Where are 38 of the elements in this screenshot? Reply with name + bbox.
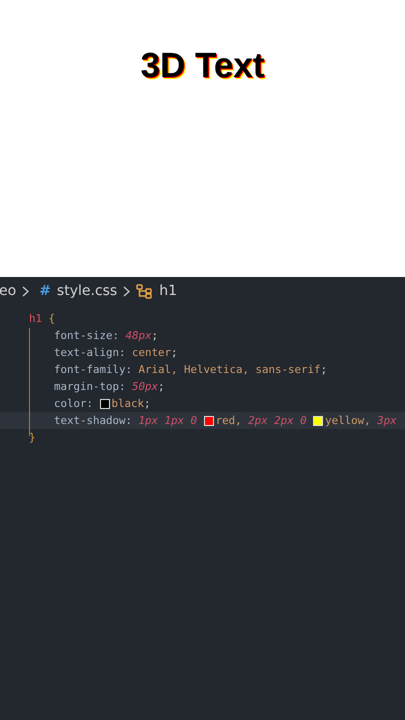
code-token: 2px (274, 413, 294, 429)
breadcrumb-item[interactable]: h1 (159, 283, 178, 299)
code-token: red, (216, 413, 242, 429)
chevron-icon (22, 286, 30, 296)
code-token: color: (54, 396, 94, 412)
code-token: 50px (132, 379, 158, 395)
code-token: text-shadow: (54, 413, 132, 429)
hash-icon: # (39, 283, 51, 299)
code-token: h1 (29, 311, 42, 327)
code-token: margin-top: (54, 379, 126, 395)
code-token: { (48, 311, 56, 327)
breadcrumb-item[interactable]: style.css (56, 283, 118, 299)
code-token: ; (171, 345, 178, 361)
code-token: ; (144, 396, 151, 412)
chevron-icon (123, 286, 130, 296)
heading: 3D Text (140, 46, 264, 86)
code-token: center (132, 345, 172, 361)
code-token: ; (152, 328, 158, 344)
structure-icon (136, 284, 154, 298)
code-token: Helvetica, (184, 362, 250, 378)
code-token: 48px (126, 328, 152, 344)
breadcrumb-item[interactable]: eo (0, 283, 16, 299)
code-token: 0 (190, 413, 198, 429)
code-token: } (29, 430, 36, 446)
code-token: yellow, (325, 413, 371, 429)
code-token: 2px (248, 413, 268, 429)
code-token: sans-serif (256, 362, 321, 378)
code-token: 3px (377, 413, 397, 429)
code-token: font-family: (54, 362, 132, 378)
code-token: black (112, 396, 144, 412)
code-token: ; (158, 379, 165, 395)
code-token: Arial, (138, 362, 178, 378)
code-token: text-align: (54, 345, 126, 361)
code-token: 0 (300, 413, 307, 429)
code-token: 1px (164, 413, 184, 429)
code-token: 1px (138, 413, 158, 429)
code-token: font-size: (54, 328, 120, 344)
code-token: ; (320, 362, 328, 378)
